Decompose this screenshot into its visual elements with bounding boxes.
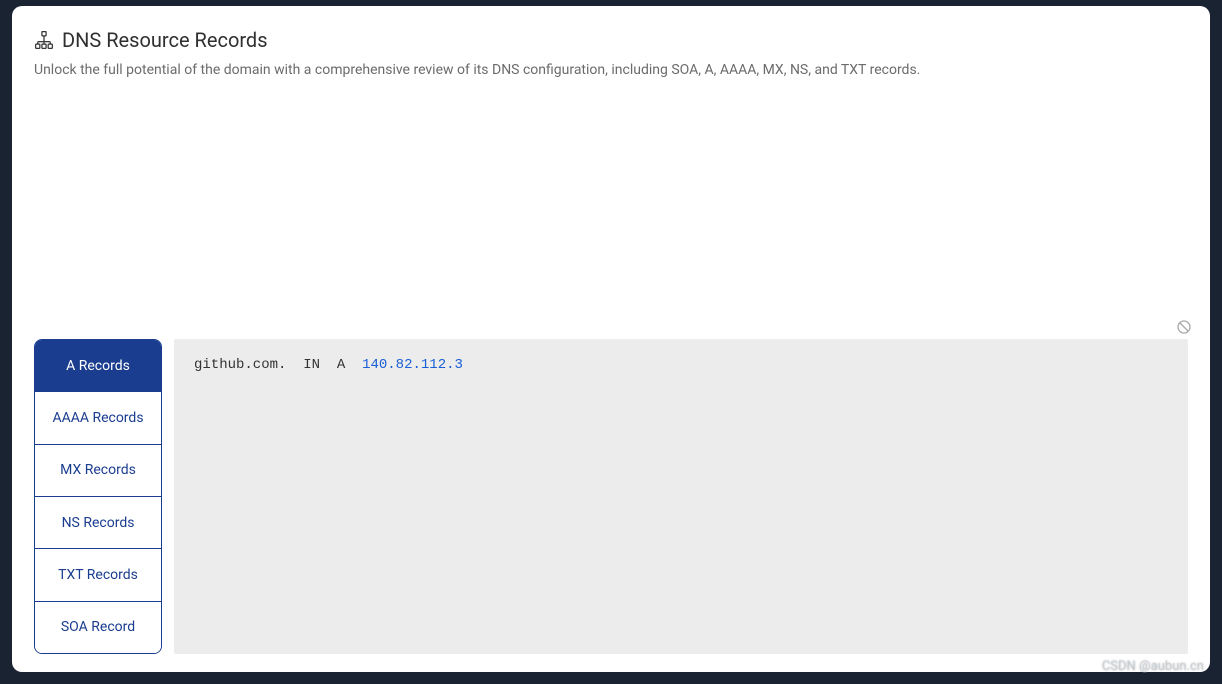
tab-aaaa-records[interactable]: AAAA Records [35, 392, 161, 444]
record-type-tabs: A Records AAAA Records MX Records NS Rec… [34, 339, 162, 654]
record-type: A [337, 357, 345, 373]
record-domain: github.com. [194, 357, 286, 373]
record-value: 140.82.112.3 [362, 357, 463, 373]
tab-label: NS Records [62, 515, 135, 531]
record-output-panel: github.com. IN A 140.82.112.3 [174, 339, 1188, 654]
sitemap-icon [34, 30, 54, 50]
tab-txt-records[interactable]: TXT Records [35, 549, 161, 601]
card-title: DNS Resource Records [62, 28, 268, 52]
ad-placeholder [34, 81, 1188, 339]
tab-label: AAAA Records [52, 410, 143, 426]
records-content: A Records AAAA Records MX Records NS Rec… [34, 339, 1188, 654]
tab-label: SOA Record [61, 619, 135, 635]
tab-label: TXT Records [58, 567, 138, 583]
tab-label: MX Records [60, 462, 136, 478]
card-subtitle: Unlock the full potential of the domain … [34, 60, 1188, 81]
tab-a-records[interactable]: A Records [35, 340, 161, 392]
tab-ns-records[interactable]: NS Records [35, 497, 161, 549]
tab-label: A Records [66, 358, 130, 374]
dns-record-line: github.com. IN A 140.82.112.3 [194, 357, 1168, 373]
blocked-icon [1176, 319, 1192, 335]
record-class: IN [303, 357, 320, 373]
dns-records-card: DNS Resource Records Unlock the full pot… [12, 6, 1210, 672]
tab-soa-record[interactable]: SOA Record [35, 602, 161, 653]
tab-mx-records[interactable]: MX Records [35, 445, 161, 497]
card-header: DNS Resource Records [34, 28, 1188, 52]
